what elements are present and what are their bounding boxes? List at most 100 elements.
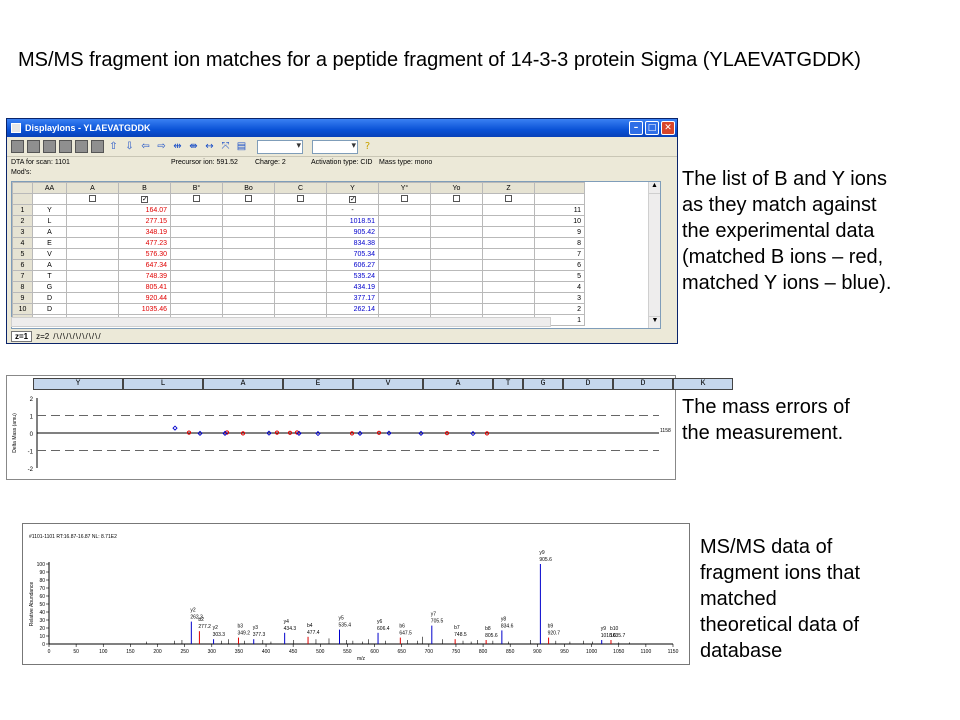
peak-ion-label: b8 [485,626,491,632]
arrow-up-icon[interactable]: ⇧ [107,140,120,153]
table-icon[interactable] [27,140,40,153]
amino-acid-cell: D [32,303,67,315]
ion-table: AA A B B° Bo C Y Y° Yo Z ✓ ✓ 1 Y 164.07 … [12,182,585,326]
ion-table-grid[interactable]: AA A B B° Bo C Y Y° Yo Z ✓ ✓ 1 Y 164.07 … [11,181,661,329]
table-row[interactable]: 4 E 477.23 834.38 8 [12,237,585,249]
table-row[interactable]: 7 T 748.39 535.24 5 [12,270,585,282]
checkbox-c[interactable] [297,194,304,202]
peak-mz-label: 748.5 [454,632,467,638]
help-icon[interactable]: ? [361,140,374,153]
z-ion-cell [482,226,535,238]
y-water-cell [378,281,431,293]
columns-icon[interactable] [91,140,104,153]
reverse-number: 10 [534,215,585,227]
x-tick-label: 50 [73,649,79,655]
arrow-left-icon[interactable]: ⇦ [139,140,152,153]
table-row[interactable]: 10 D 1035.46 262.14 2 [12,303,585,315]
grid-icon[interactable] [11,140,24,153]
bo-cell [222,270,275,282]
column-header[interactable]: B° [170,182,223,194]
checkbox-yo[interactable] [453,194,460,202]
table-row[interactable]: 6 A 647.34 606.27 6 [12,259,585,271]
ions-description: The list of B and Y ions as they match a… [682,168,892,294]
peak-ion-label: b7 [454,625,460,631]
spectrum-description: MS/MS data of fragment ions that matched… [700,536,861,662]
b-ion-cell: 647.34 [118,259,171,271]
y-tick-label: 10 [39,634,45,640]
checkbox-a[interactable] [89,194,96,202]
b-water-cell [170,215,223,227]
reverse-number: 9 [534,226,585,238]
arrow-down-icon[interactable]: ⇩ [123,140,136,153]
y-tick-label: 0 [30,432,34,438]
peak-mz-label: 535.4 [339,623,352,629]
y-tick-label: 30 [39,618,45,624]
chart-icon[interactable] [59,140,72,153]
y-ion-cell: 535.24 [326,270,379,282]
checkbox-z[interactable] [505,194,512,202]
horizontal-scrollbar[interactable] [11,317,551,327]
amino-acid-cell: D [32,292,67,304]
row-number: 10 [12,303,33,315]
horizontal-icon[interactable]: ↔ [203,140,216,153]
column-header[interactable]: C [274,182,327,194]
column-header[interactable]: Bo [222,182,275,194]
scroll-down-icon[interactable]: ▼ [649,316,660,328]
combo-select-1[interactable] [257,139,303,154]
c-ion-cell [274,292,327,304]
b-water-cell [170,270,223,282]
table-row[interactable]: 9 D 920.44 377.17 3 [12,292,585,304]
close-button[interactable]: ✕ [661,121,675,135]
c-ion-cell [274,237,327,249]
minimize-button[interactable]: – [629,121,643,135]
combo-select-2[interactable] [312,139,358,154]
list-icon[interactable] [43,140,56,153]
table-row[interactable]: 5 V 576.30 705.34 7 [12,248,585,260]
peak-ion-label: y5 [339,616,345,622]
vertical-scrollbar[interactable]: ▲ ▼ [648,182,660,328]
column-header [534,182,585,194]
column-header[interactable]: AA [32,182,67,194]
window-titlebar[interactable]: DisplayIons - YLAEVATGDDK – □ ✕ [7,119,677,137]
checkbox-bo[interactable] [245,194,252,202]
scroll-up-icon[interactable]: ▲ [649,182,660,194]
column-header[interactable]: Y [326,182,379,194]
plot-icon[interactable]: ▤ [235,140,248,153]
collapse-icon[interactable]: ⇹ [171,140,184,153]
tab-z2[interactable]: z=2 [36,332,49,341]
yo-cell [430,204,483,216]
column-header[interactable]: Z [482,182,535,194]
table-row[interactable]: 2 L 277.15 1018.51 10 [12,215,585,227]
column-header[interactable]: Yo [430,182,483,194]
column-header[interactable]: A [66,182,119,194]
y-tick-label: 100 [37,562,46,568]
fit-icon[interactable]: ⤧ [219,140,232,153]
amino-acid-cell: A [32,259,67,271]
table-row[interactable]: 1 Y 164.07 - 11 [12,204,585,216]
amino-acid-cell: V [32,248,67,260]
yo-cell [430,248,483,260]
a-ion-cell [66,204,119,216]
y-tick-label: 50 [39,602,45,608]
a-ion-cell [66,215,119,227]
column-header[interactable]: Y° [378,182,431,194]
mass-error-chart: 2 1 0 -1 -2 Delta Mass (amu) 1158 [12,397,671,473]
row-number: 1 [12,204,33,216]
peak-ion-label: y2 [190,608,196,614]
expand-icon[interactable]: ⇼ [187,140,200,153]
checkbox-y[interactable]: ✓ [349,195,356,203]
column-header[interactable]: B [118,182,171,194]
x-tick-label: 700 [425,649,434,655]
arrow-right-icon[interactable]: ⇨ [155,140,168,153]
checkbox-b[interactable]: ✓ [141,195,148,203]
checkbox-y-water[interactable] [401,194,408,202]
maximize-button[interactable]: □ [645,121,659,135]
table-row[interactable]: 8 G 805.41 434.19 4 [12,281,585,293]
y-ion-cell: 377.17 [326,292,379,304]
table-row[interactable]: 3 A 348.19 905.42 9 [12,226,585,238]
spectrum-icon[interactable] [75,140,88,153]
a-ion-cell [66,270,119,282]
y-tick-label: -1 [28,450,34,456]
tab-z1[interactable]: z=1 [11,330,33,342]
checkbox-b-water[interactable] [193,194,200,202]
